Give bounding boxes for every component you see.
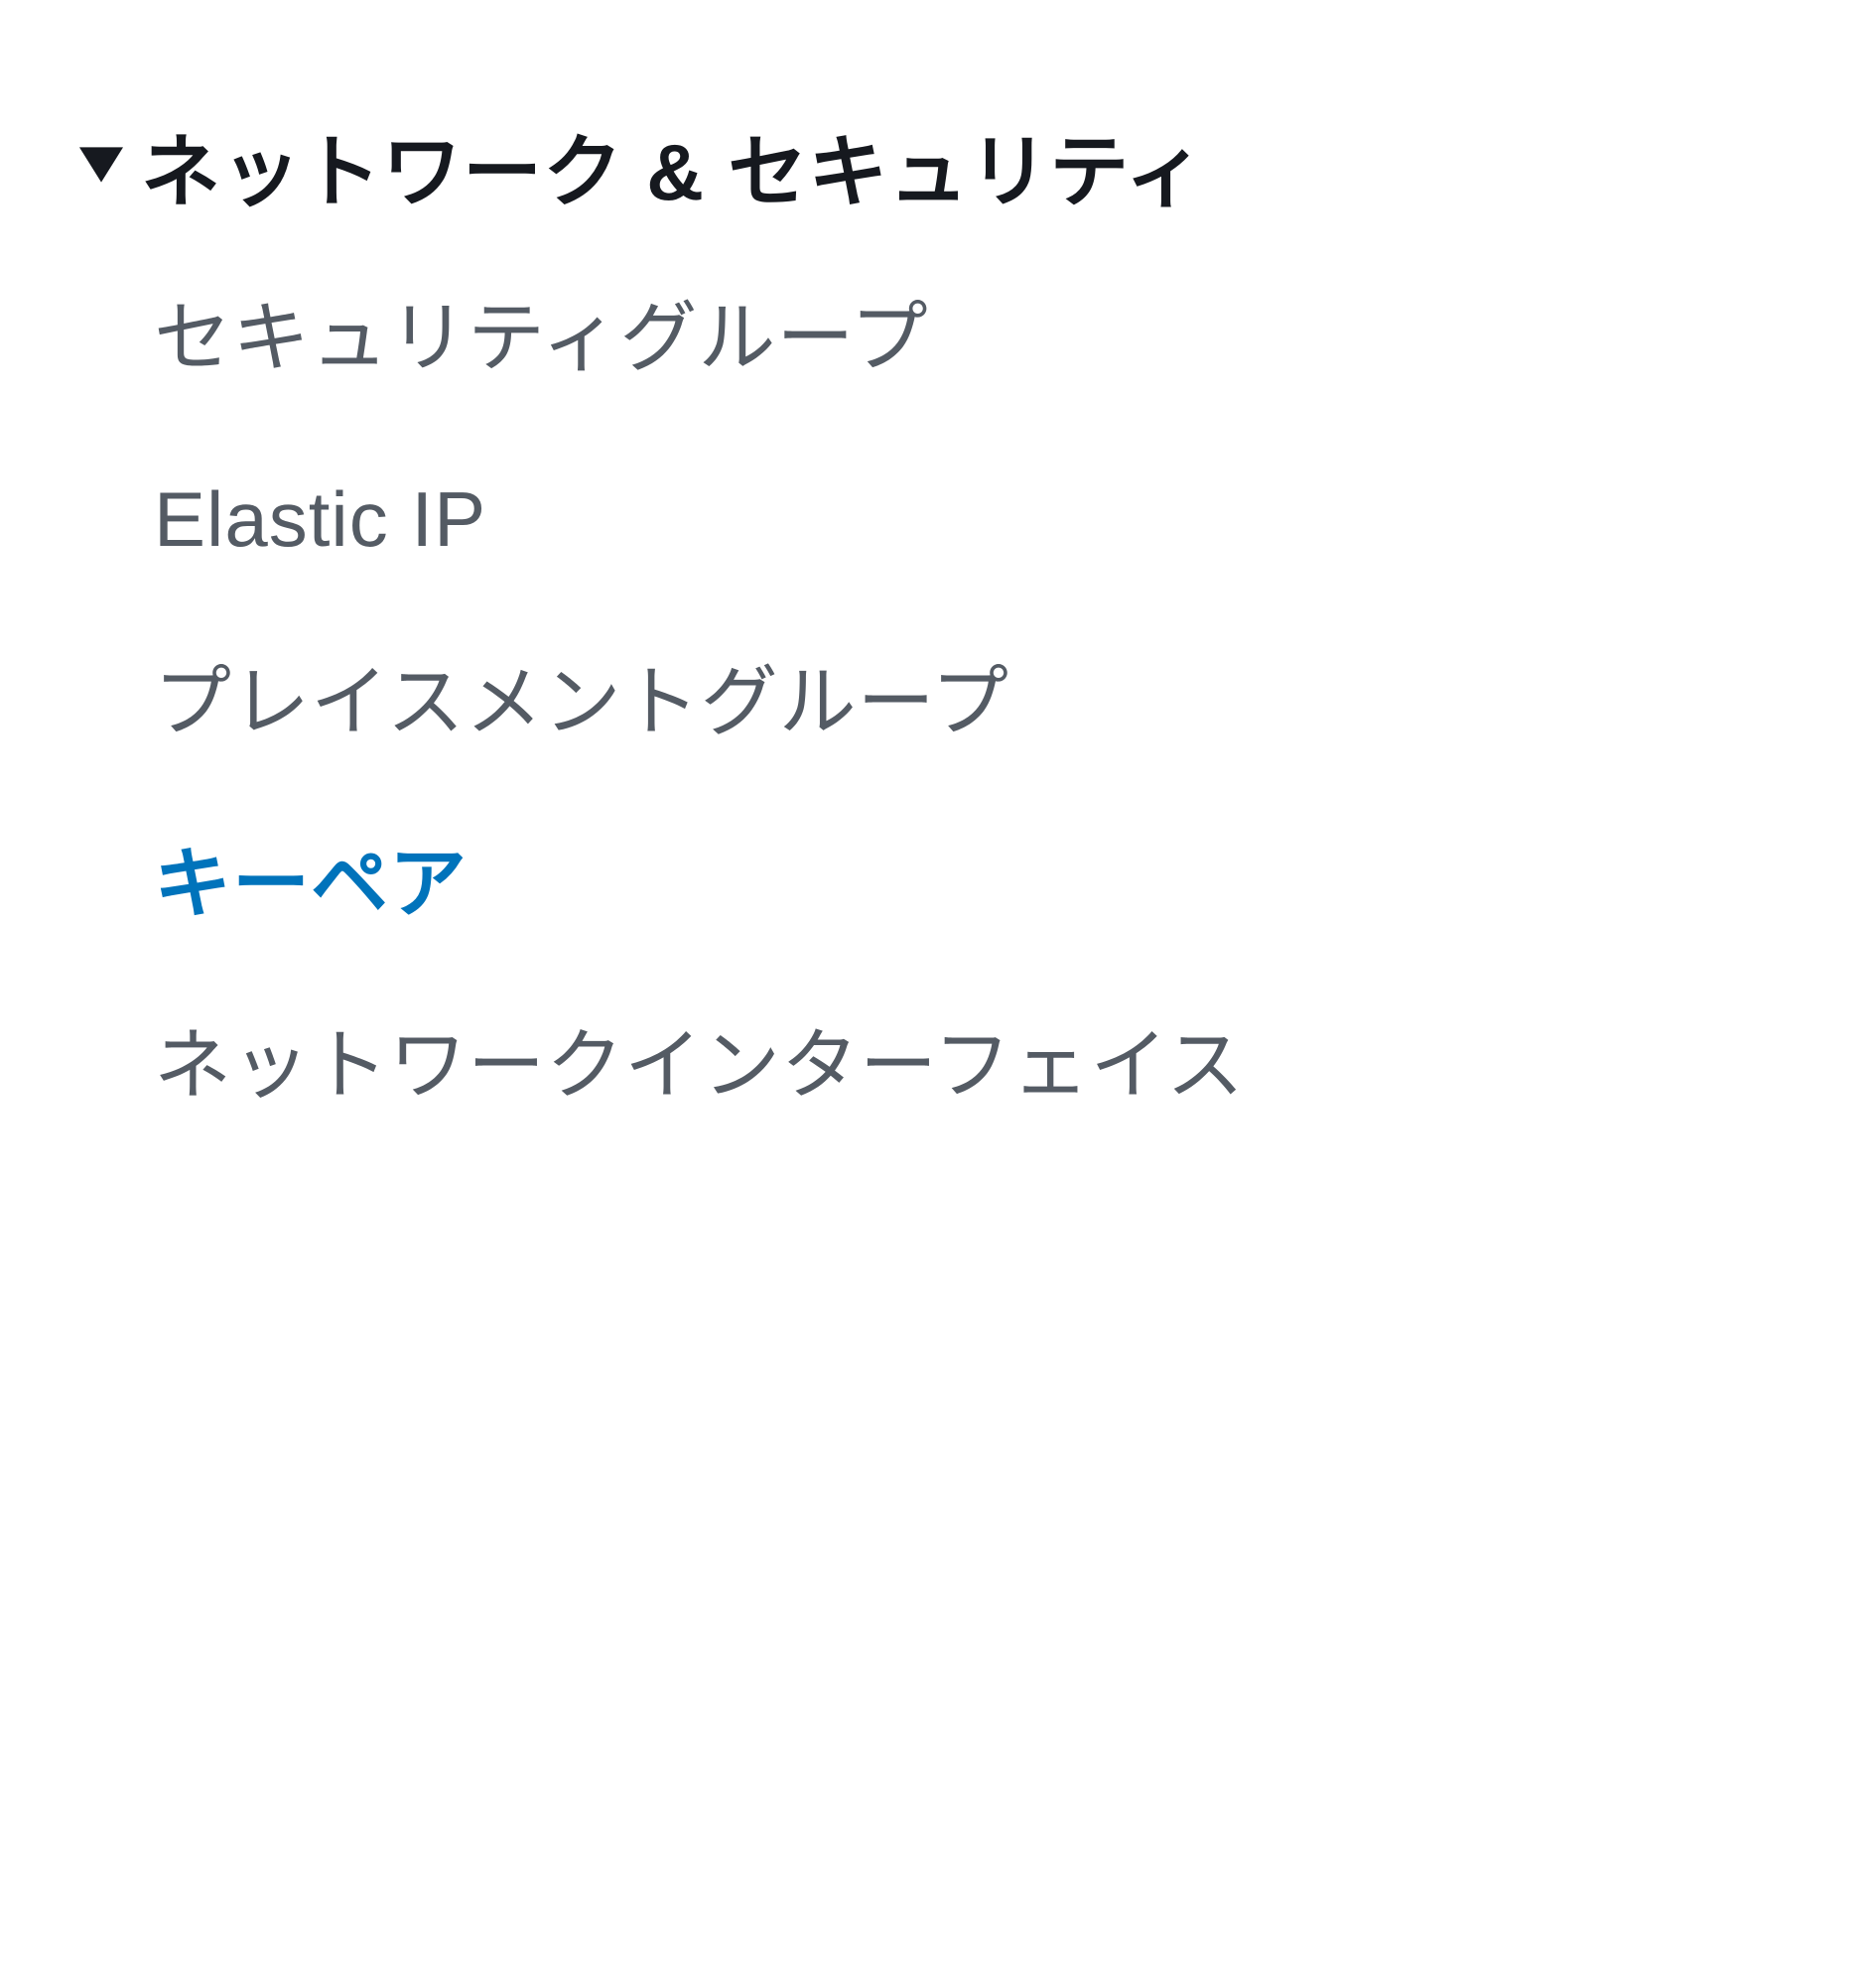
section-header-network-security[interactable]: ネットワーク & セキュリティ: [79, 119, 1797, 226]
sidebar-item-key-pairs[interactable]: キーペア: [154, 832, 1797, 936]
sidebar-item-network-interfaces[interactable]: ネットワークインターフェイス: [154, 1013, 1797, 1118]
caret-down-icon: [79, 147, 123, 188]
section-title: ネットワーク & セキュリティ: [141, 119, 1205, 226]
nav-items-list: セキュリティグループ Elastic IP プレイスメントグループ キーペア ネ…: [79, 286, 1797, 1118]
sidebar-item-elastic-ip[interactable]: Elastic IP: [154, 467, 1797, 572]
sidebar-item-placement-groups[interactable]: プレイスメントグループ: [154, 650, 1797, 754]
sidebar-nav-section: ネットワーク & セキュリティ セキュリティグループ Elastic IP プレ…: [79, 119, 1797, 1118]
sidebar-item-security-groups[interactable]: セキュリティグループ: [154, 286, 1797, 390]
